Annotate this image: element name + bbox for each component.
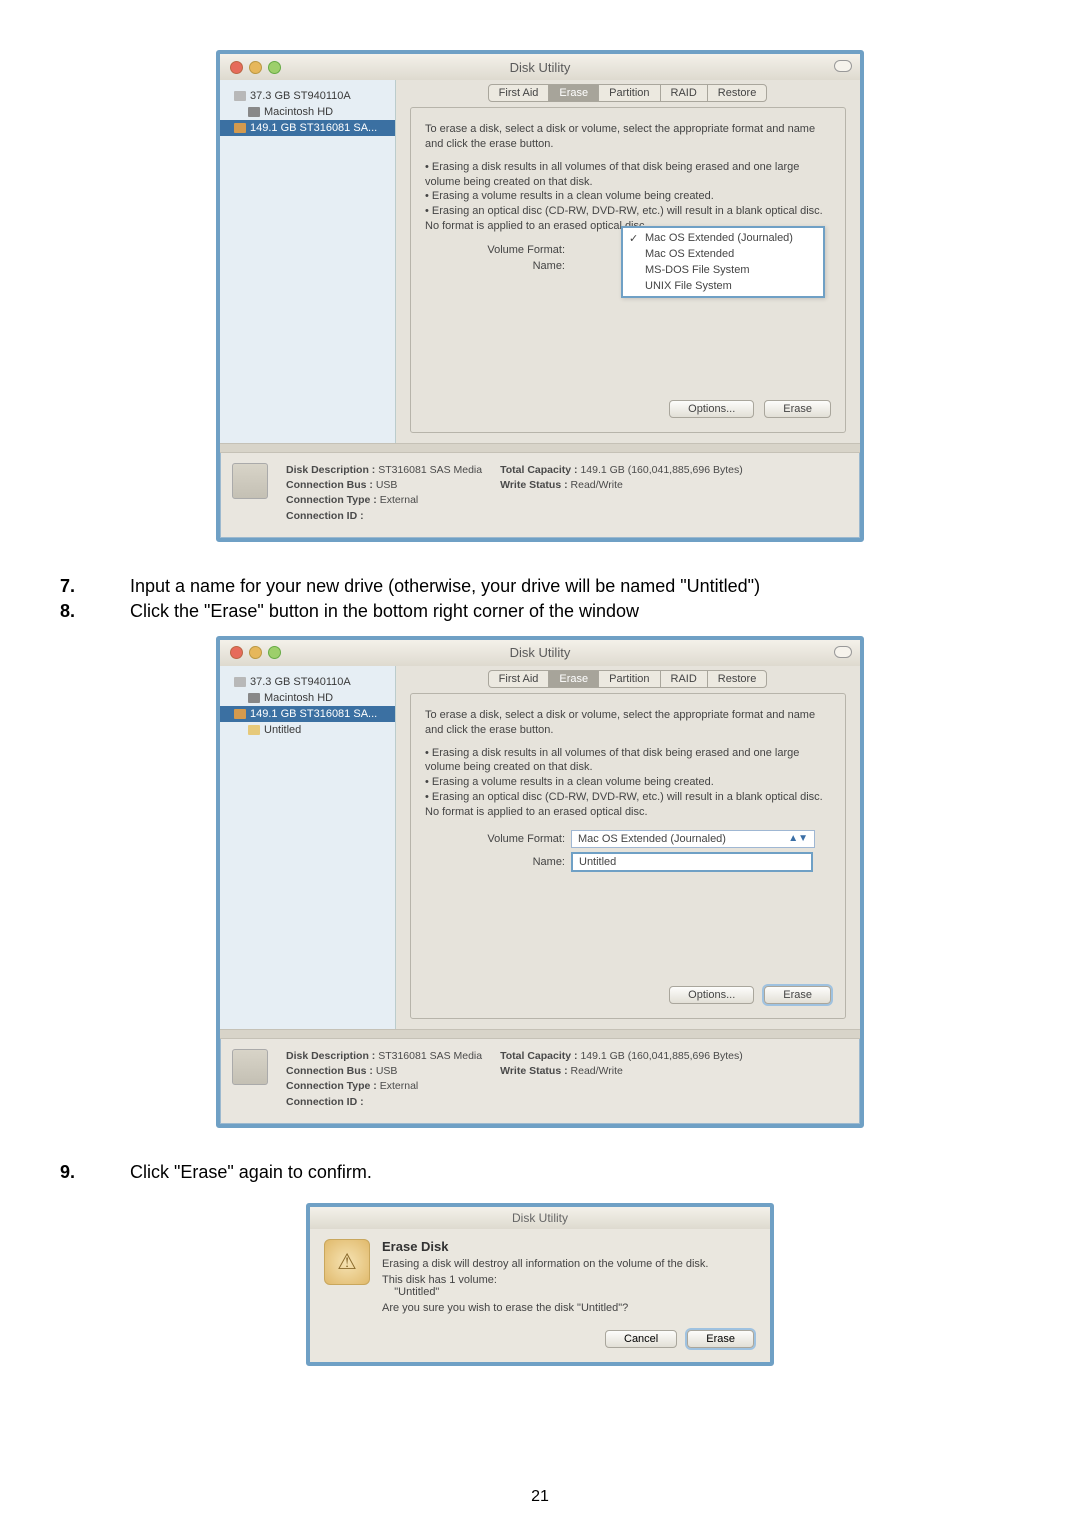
disk-utility-window-1: Disk Utility 37.3 GB ST940110A Macintosh… (216, 50, 864, 542)
disk-info-panel: Disk Description : ST316081 SAS Media Co… (220, 453, 860, 538)
window-title: Disk Utility (220, 645, 860, 660)
toolbar-toggle-icon[interactable] (834, 60, 852, 72)
step-number: 9. (60, 1162, 130, 1183)
volume-format-label: Volume Format: (425, 244, 571, 256)
erase-confirm-dialog: Disk Utility Erase Disk Erasing a disk w… (306, 1203, 774, 1366)
disk-info-panel: Disk Description : ST316081 SAS Media Co… (220, 1039, 860, 1124)
volume-format-dropdown[interactable]: Mac OS Extended (Journaled) Mac OS Exten… (621, 226, 825, 298)
sidebar-item-volume-macintosh-hd[interactable]: Macintosh HD (220, 104, 395, 120)
drive-icon (232, 463, 268, 499)
step-text: Input a name for your new drive (otherwi… (130, 576, 1020, 597)
tab-bar: First Aid Erase Partition RAID Restore (410, 84, 846, 102)
window-title: Disk Utility (220, 60, 860, 75)
dialog-title: Disk Utility (310, 1207, 770, 1229)
format-option-msdos[interactable]: MS-DOS File System (623, 262, 823, 278)
tab-bar: First Aid Erase Partition RAID Restore (410, 670, 846, 688)
sidebar-item-disk-internal[interactable]: 37.3 GB ST940110A (220, 88, 395, 104)
tab-raid[interactable]: RAID (660, 84, 708, 102)
sidebar-item-volume-macintosh-hd[interactable]: Macintosh HD (220, 690, 395, 706)
options-button[interactable]: Options... (669, 400, 754, 418)
sidebar-item-disk-internal[interactable]: 37.3 GB ST940110A (220, 674, 395, 690)
volume-icon (248, 693, 260, 703)
drive-icon (232, 1049, 268, 1085)
erase-description: To erase a disk, select a disk or volume… (425, 122, 831, 152)
external-disk-icon (234, 123, 246, 133)
erase-button[interactable]: Erase (764, 400, 831, 418)
device-sidebar: 37.3 GB ST940110A Macintosh HD 149.1 GB … (220, 80, 396, 443)
volume-format-select[interactable]: Mac OS Extended (Journaled) ▲▼ (571, 830, 815, 848)
format-option-extended[interactable]: Mac OS Extended (623, 246, 823, 262)
disk-utility-window-2: Disk Utility 37.3 GB ST940110A Macintosh… (216, 636, 864, 1128)
external-disk-icon (234, 709, 246, 719)
page-number: 21 (0, 1488, 1080, 1506)
tab-erase[interactable]: Erase (548, 84, 599, 102)
erase-notes: • Erasing a disk results in all volumes … (425, 160, 831, 234)
titlebar: Disk Utility (220, 54, 860, 80)
format-option-unix[interactable]: UNIX File System (623, 278, 823, 294)
erase-notes: • Erasing a disk results in all volumes … (425, 746, 831, 820)
volume-format-label: Volume Format: (425, 833, 571, 845)
dialog-text: Erasing a disk will destroy all informat… (382, 1258, 756, 1270)
name-input[interactable]: Untitled (571, 852, 813, 872)
tab-partition[interactable]: Partition (598, 670, 660, 688)
sidebar-item-volume-untitled[interactable]: Untitled (220, 722, 395, 738)
dialog-heading: Erase Disk (382, 1239, 756, 1254)
disk-icon (234, 677, 246, 687)
dialog-text: This disk has 1 volume: "Untitled" (382, 1274, 756, 1298)
format-option-journaled[interactable]: Mac OS Extended (Journaled) (623, 230, 823, 246)
step-text: Click the "Erase" button in the bottom r… (130, 601, 1020, 622)
tab-partition[interactable]: Partition (598, 84, 660, 102)
toolbar-toggle-icon[interactable] (834, 646, 852, 658)
step-number: 7. (60, 576, 130, 597)
erase-confirm-button[interactable]: Erase (687, 1330, 754, 1348)
tab-restore[interactable]: Restore (707, 84, 768, 102)
name-label: Name: (425, 856, 571, 868)
options-button[interactable]: Options... (669, 986, 754, 1004)
tab-erase[interactable]: Erase (548, 670, 599, 688)
erase-button[interactable]: Erase (764, 986, 831, 1004)
cancel-button[interactable]: Cancel (605, 1330, 677, 1348)
name-label: Name: (425, 260, 571, 272)
volume-icon (248, 107, 260, 117)
tab-first-aid[interactable]: First Aid (488, 670, 550, 688)
sidebar-item-disk-external[interactable]: 149.1 GB ST316081 SA... (220, 706, 395, 722)
device-sidebar: 37.3 GB ST940110A Macintosh HD 149.1 GB … (220, 666, 396, 1029)
warning-icon (324, 1239, 370, 1285)
titlebar: Disk Utility (220, 640, 860, 666)
sidebar-item-disk-external[interactable]: 149.1 GB ST316081 SA... (220, 120, 395, 136)
step-number: 8. (60, 601, 130, 622)
disk-icon (234, 91, 246, 101)
chevron-updown-icon: ▲▼ (788, 833, 808, 844)
tab-raid[interactable]: RAID (660, 670, 708, 688)
dialog-text: Are you sure you wish to erase the disk … (382, 1302, 756, 1314)
erase-description: To erase a disk, select a disk or volume… (425, 708, 831, 738)
volume-icon (248, 725, 260, 735)
tab-restore[interactable]: Restore (707, 670, 768, 688)
step-text: Click "Erase" again to confirm. (130, 1162, 1020, 1183)
tab-first-aid[interactable]: First Aid (488, 84, 550, 102)
